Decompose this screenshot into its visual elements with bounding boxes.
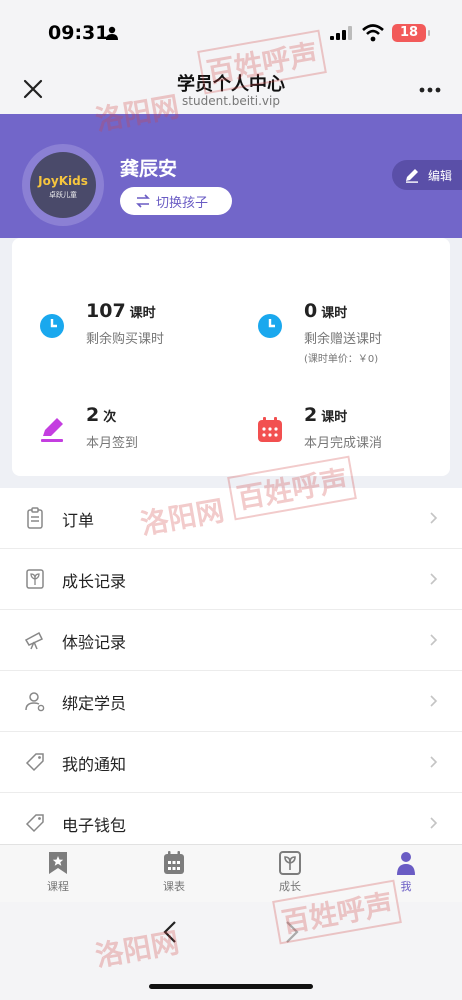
- menu-label: 绑定学员: [62, 694, 127, 713]
- menu-item-bind-student[interactable]: 绑定学员: [0, 671, 462, 732]
- tab-me[interactable]: 我: [348, 851, 462, 901]
- menu-item-growth[interactable]: 成长记录: [0, 549, 462, 610]
- user-link-icon: [25, 692, 45, 712]
- telescope-icon: [24, 631, 44, 650]
- tab-growth[interactable]: 成长: [232, 851, 348, 901]
- stat-number: 2 课时: [304, 404, 348, 426]
- page-url: student.beiti.vip: [182, 94, 280, 108]
- person-icon: [106, 26, 118, 40]
- forward-arrow-icon[interactable]: [284, 920, 300, 944]
- menu-list: 订单 成长记录 体验记录 绑定学员 我的通知 电子钱包: [0, 488, 462, 854]
- more-icon[interactable]: [418, 80, 442, 100]
- edit-button[interactable]: 编辑: [392, 160, 462, 190]
- student-name: 龚辰安: [120, 158, 178, 180]
- menu-item-trial[interactable]: 体验记录: [0, 610, 462, 671]
- wifi-icon: [362, 24, 384, 42]
- chevron-right-icon: [430, 573, 438, 585]
- tab-label: 课表: [163, 880, 185, 893]
- menu-item-orders[interactable]: 订单: [0, 488, 462, 549]
- person-icon: [397, 852, 415, 875]
- tab-label: 成长: [279, 880, 301, 893]
- calendar-grid-icon: [164, 851, 184, 874]
- menu-item-notifications[interactable]: 我的通知: [0, 732, 462, 793]
- tab-label: 我: [400, 880, 412, 893]
- tab-schedule[interactable]: 课表: [116, 851, 232, 901]
- avatar-logo-sub: 卓跃儿童: [49, 191, 77, 199]
- status-bar: 09:31 18: [0, 0, 462, 66]
- bookmark-star-icon: [49, 852, 67, 874]
- tab-label: 课程: [47, 880, 69, 893]
- switch-child-label: 切换孩子: [156, 196, 209, 211]
- menu-label: 电子钱包: [62, 816, 127, 835]
- stat-label: 剩余购买课时: [86, 332, 165, 347]
- avatar: JoyKids 卓跃儿童: [30, 152, 96, 218]
- stat-label: 本月签到: [86, 436, 139, 451]
- back-arrow-icon[interactable]: [162, 920, 178, 944]
- tag-icon: [25, 753, 44, 772]
- pencil-icon: [406, 169, 418, 183]
- chevron-right-icon: [430, 817, 438, 829]
- stat-number: 107 课时: [86, 300, 156, 322]
- clock-icon: [40, 314, 64, 338]
- chevron-right-icon: [430, 634, 438, 646]
- stat-number: 0 课时: [304, 300, 348, 322]
- clock-icon: [258, 314, 282, 338]
- home-indicator: [149, 984, 313, 989]
- chevron-right-icon: [430, 756, 438, 768]
- sprout-icon: [26, 569, 44, 589]
- clipboard-icon: [27, 507, 43, 529]
- pencil-icon: [41, 418, 63, 442]
- avatar-ring: JoyKids 卓跃儿童: [22, 144, 104, 226]
- menu-label: 体验记录: [62, 633, 127, 652]
- stat-number: 2次: [86, 404, 117, 426]
- tag-icon: [25, 814, 44, 833]
- menu-label: 成长记录: [62, 572, 127, 591]
- chevron-right-icon: [430, 512, 438, 524]
- edit-label: 编辑: [428, 169, 453, 183]
- stat-note: (课时单价：￥0): [304, 354, 379, 365]
- stats-card: 107 课时 剩余购买课时 0 课时 剩余赠送课时 (课时单价：￥0) 2次 本月签…: [12, 238, 450, 476]
- menu-label: 订单: [62, 511, 95, 530]
- browser-toolbar: [0, 902, 462, 1000]
- stat-label: 本月完成课消: [304, 436, 383, 451]
- stat-label: 剩余赠送课时: [304, 332, 383, 347]
- menu-label: 我的通知: [62, 755, 127, 774]
- switch-child-button[interactable]: 切换孩子: [120, 187, 232, 215]
- battery-indicator: 18: [392, 24, 430, 42]
- sprout-icon: [279, 851, 301, 875]
- nav-bar: 学员个人中心 student.beiti.vip: [0, 66, 462, 114]
- tab-bar: 课程 课表 成长 我: [0, 844, 462, 902]
- signal-icon: [330, 26, 352, 40]
- tab-courses[interactable]: 课程: [0, 851, 116, 901]
- page-title: 学员个人中心: [177, 74, 285, 95]
- status-time: 09:31: [48, 22, 109, 44]
- chevron-right-icon: [430, 695, 438, 707]
- swap-icon: [136, 194, 150, 208]
- calendar-icon: [258, 417, 282, 442]
- avatar-logo: JoyKids: [38, 174, 88, 188]
